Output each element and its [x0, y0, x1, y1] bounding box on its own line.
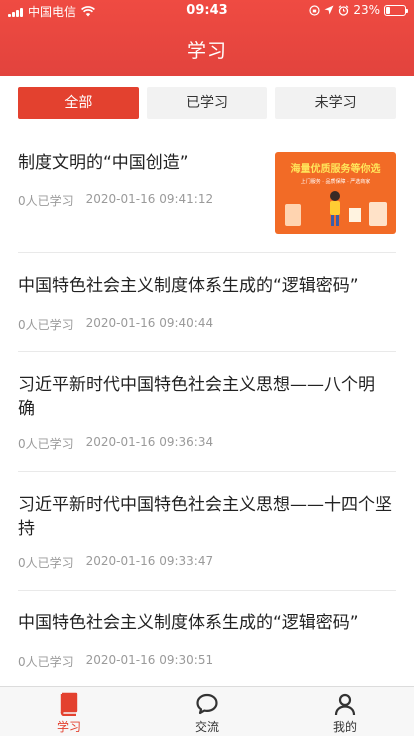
article-readers: 0人已学习: [18, 437, 74, 451]
article-readers: 0人已学习: [18, 194, 74, 208]
article-title: 中国特色社会主义制度体系生成的“逻辑密码”: [18, 276, 359, 296]
article-thumbnail[interactable]: 海量优质服务等你选 上门服务 · 品质保障 · 严选商家: [275, 152, 396, 234]
chat-bubble-icon: [196, 693, 218, 715]
header-bar: 中国电信 09:43 23% 学习: [0, 0, 414, 76]
tab-chat-label: 交流: [194, 720, 219, 734]
article-list: 制度文明的“中国创造” 0人已学习 2020-01-16 09:41:12 海量…: [18, 130, 396, 686]
battery-icon: [384, 4, 408, 16]
article-readers: 0人已学习: [18, 655, 74, 669]
filter-tabs: 全部 已学习 未学习: [18, 87, 397, 119]
status-right: 23%: [309, 3, 408, 17]
filter-tab-unlearned[interactable]: 未学习: [275, 87, 397, 119]
bottom-tab-bar: 学习 交流 我的: [0, 686, 414, 736]
article-item[interactable]: 制度文明的“中国创造” 0人已学习 2020-01-16 09:41:12 海量…: [18, 130, 396, 253]
article-item[interactable]: 中国特色社会主义制度体系生成的“逻辑密码” 0人已学习 2020-01-16 0…: [18, 591, 396, 686]
filter-tab-all[interactable]: 全部: [18, 87, 139, 119]
article-meta: 0人已学习 2020-01-16 09:30:51: [18, 653, 213, 670]
article-item[interactable]: 习近平新时代中国特色社会主义思想——八个明确 0人已学习 2020-01-16 …: [18, 352, 396, 472]
tab-chat[interactable]: 交流: [138, 687, 276, 736]
battery-percent: 23%: [353, 3, 380, 17]
article-meta: 0人已学习 2020-01-16 09:36:34: [18, 435, 213, 452]
article-date: 2020-01-16 09:36:34: [85, 435, 214, 449]
tab-profile[interactable]: 我的: [276, 687, 414, 736]
article-date: 2020-01-16 09:33:47: [85, 554, 214, 568]
alarm-icon: [338, 4, 349, 16]
lock-rotation-icon: [309, 4, 320, 16]
article-readers: 0人已学习: [18, 318, 74, 332]
location-icon: [324, 5, 334, 15]
article-title: 制度文明的“中国创造”: [18, 153, 189, 173]
article-date: 2020-01-16 09:30:51: [85, 653, 214, 667]
tab-profile-label: 我的: [332, 720, 357, 734]
article-title: 习近平新时代中国特色社会主义思想——十四个坚持: [18, 495, 392, 539]
page-title: 学习: [186, 40, 227, 62]
book-icon: [60, 692, 78, 716]
article-item[interactable]: 习近平新时代中国特色社会主义思想——十四个坚持 0人已学习 2020-01-16…: [18, 472, 396, 591]
article-meta: 0人已学习 2020-01-16 09:41:12: [18, 192, 213, 209]
article-meta: 0人已学习 2020-01-16 09:40:44: [18, 316, 213, 333]
article-item[interactable]: 中国特色社会主义制度体系生成的“逻辑密码” 0人已学习 2020-01-16 0…: [18, 253, 396, 352]
article-title: 中国特色社会主义制度体系生成的“逻辑密码”: [18, 613, 359, 633]
tab-study-label: 学习: [56, 720, 81, 734]
article-title: 习近平新时代中国特色社会主义思想——八个明确: [18, 375, 375, 419]
article-date: 2020-01-16 09:41:12: [85, 192, 214, 206]
user-icon: [334, 693, 356, 716]
status-bar: 中国电信 09:43 23%: [0, 0, 414, 22]
tab-study[interactable]: 学习: [0, 687, 138, 736]
thumbnail-illustration: [285, 191, 387, 226]
article-date: 2020-01-16 09:40:44: [85, 316, 214, 330]
article-meta: 0人已学习 2020-01-16 09:33:47: [18, 554, 213, 571]
filter-tab-learned[interactable]: 已学习: [146, 87, 268, 119]
article-readers: 0人已学习: [18, 556, 74, 570]
